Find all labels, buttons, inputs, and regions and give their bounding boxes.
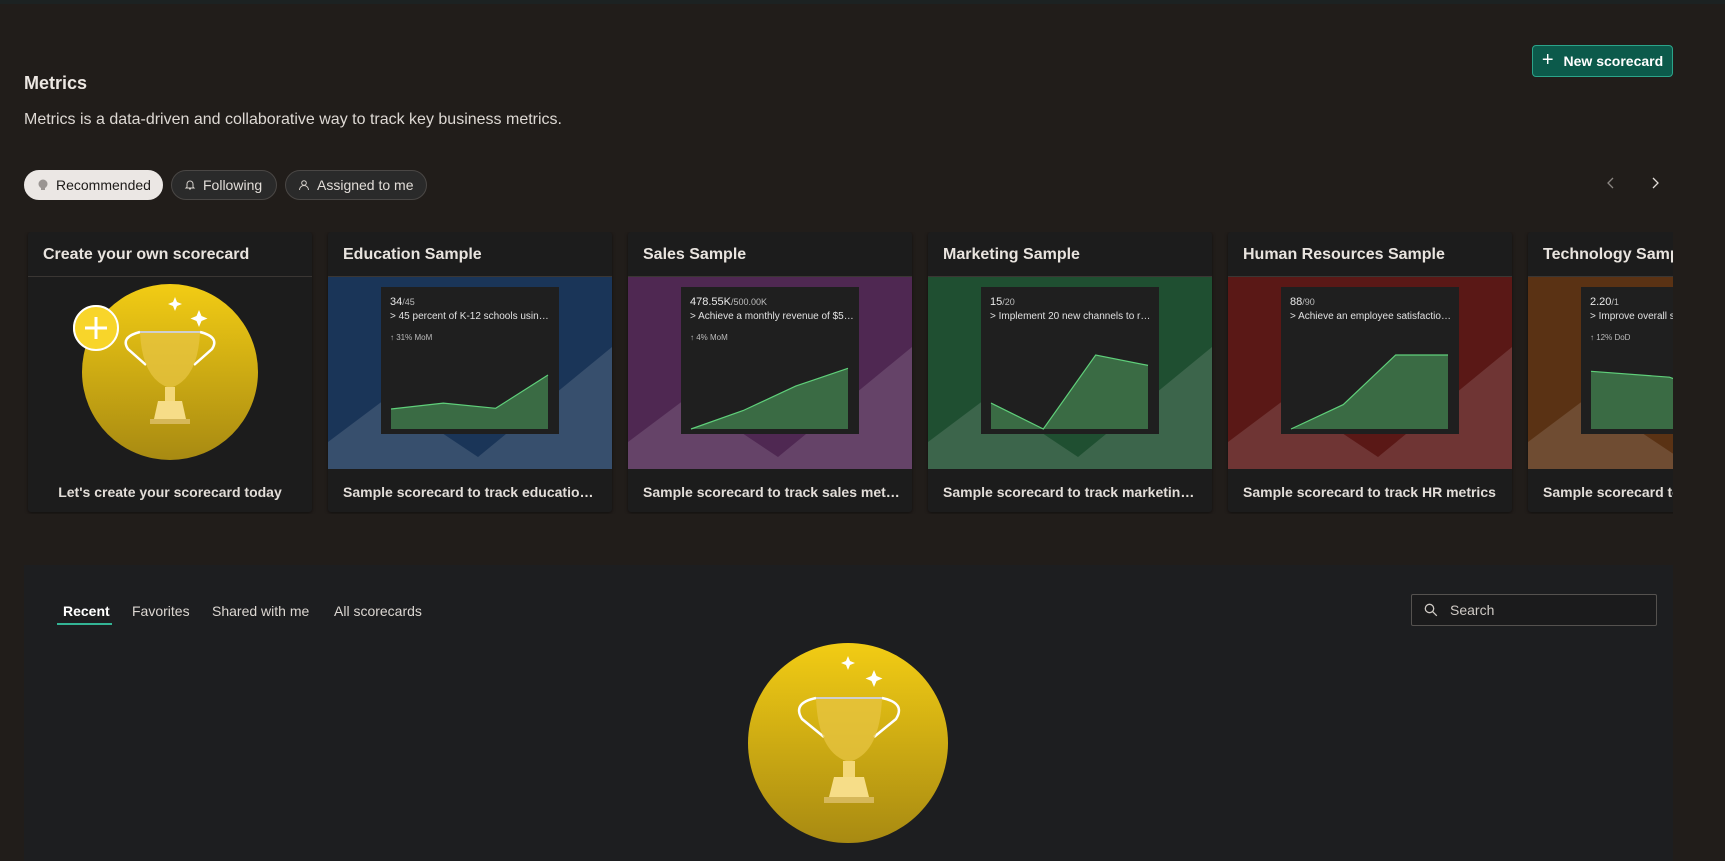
metric-goal: > Improve overall system reliability bbox=[1590, 311, 1673, 322]
metric-goal: > Achieve an employee satisfaction score… bbox=[1290, 311, 1454, 322]
metric-goal: > Achieve a monthly revenue of $500K bbox=[690, 311, 854, 322]
trend-chart bbox=[390, 374, 549, 429]
filter-recommended[interactable]: Recommended bbox=[24, 170, 163, 200]
card-hero: 15/20 > Implement 20 new channels to rea… bbox=[928, 276, 1212, 469]
card-hero: 2.20/1 > Improve overall system reliabil… bbox=[1528, 276, 1673, 469]
trend-chart bbox=[1590, 370, 1673, 429]
metric-delta: ↑ 4% MoM bbox=[690, 333, 728, 342]
trend-chart bbox=[990, 354, 1149, 430]
search-icon bbox=[1424, 603, 1438, 617]
filter-label: Following bbox=[203, 177, 263, 193]
search-box[interactable] bbox=[1411, 594, 1657, 626]
metric-goal: > Implement 20 new channels to reach cus… bbox=[990, 311, 1154, 322]
carousel-prev-button[interactable] bbox=[1598, 170, 1624, 196]
tab-recent[interactable]: Recent bbox=[63, 603, 110, 619]
tab-favorites[interactable]: Favorites bbox=[132, 603, 190, 619]
scorecard-list-panel: Recent Favorites Shared with me All scor… bbox=[24, 565, 1673, 861]
active-tab-indicator bbox=[57, 623, 112, 625]
metric-delta: ↑ 31% MoM bbox=[390, 333, 433, 342]
page-description: Metrics is a data-driven and collaborati… bbox=[24, 111, 562, 128]
trend-chart bbox=[1290, 354, 1448, 430]
metric-preview: 34/45 > 45 percent of K-12 schools using… bbox=[381, 287, 559, 434]
tab-shared-with-me[interactable]: Shared with me bbox=[212, 603, 309, 619]
metric-value: 34/45 bbox=[390, 296, 415, 308]
trophy-icon bbox=[37, 179, 49, 191]
metric-preview: 88/90 > Achieve an employee satisfaction… bbox=[1281, 287, 1459, 434]
trend-chart bbox=[690, 367, 849, 430]
filter-following[interactable]: Following bbox=[171, 170, 277, 200]
education-sample-card[interactable]: Education Sample 34/45 > 45 percent of K… bbox=[328, 232, 612, 512]
metric-preview: 15/20 > Implement 20 new channels to rea… bbox=[981, 287, 1159, 434]
create-scorecard-card[interactable]: Create your own scorecard Let's create y… bbox=[28, 232, 312, 512]
card-hero: 88/90 > Achieve an employee satisfaction… bbox=[1228, 276, 1512, 469]
chevron-right-icon bbox=[1652, 177, 1659, 189]
card-hero: 478.55K/500.00K > Achieve a monthly reve… bbox=[628, 276, 912, 469]
trophy-icon bbox=[73, 284, 258, 460]
technology-sample-card[interactable]: Technology Sample 2.20/1 > Improve overa… bbox=[1528, 232, 1673, 512]
trophy-icon bbox=[748, 643, 948, 843]
card-footer: Sample scorecard to track sales metrics bbox=[643, 484, 902, 500]
metric-preview: 478.55K/500.00K > Achieve a monthly reve… bbox=[681, 287, 859, 434]
bell-icon bbox=[184, 179, 196, 191]
trend-area bbox=[391, 375, 548, 429]
filter-label: Assigned to me bbox=[317, 177, 414, 193]
search-input[interactable] bbox=[1450, 602, 1640, 618]
metric-goal: > 45 percent of K-12 schools using the n… bbox=[390, 311, 554, 322]
card-footer: Sample scorecard to track technology met… bbox=[1543, 484, 1673, 500]
top-edge bbox=[0, 0, 1725, 4]
filter-assigned[interactable]: Assigned to me bbox=[285, 170, 427, 200]
metric-value: 15/20 bbox=[990, 296, 1015, 308]
card-title: Marketing Sample bbox=[943, 246, 1080, 263]
card-footer: Sample scorecard to track marketing metr… bbox=[943, 484, 1202, 500]
card-footer: Sample scorecard to track education metr… bbox=[343, 484, 602, 500]
card-title: Education Sample bbox=[343, 246, 482, 263]
new-scorecard-button[interactable]: + New scorecard bbox=[1532, 45, 1673, 77]
card-hero: 34/45 > 45 percent of K-12 schools using… bbox=[328, 276, 612, 469]
card-title: Human Resources Sample bbox=[1243, 246, 1445, 263]
chevron-left-icon bbox=[1607, 177, 1614, 189]
trend-area bbox=[1591, 371, 1673, 429]
metric-preview: 2.20/1 > Improve overall system reliabil… bbox=[1581, 287, 1673, 434]
tab-all-scorecards[interactable]: All scorecards bbox=[334, 603, 422, 619]
plus-icon: + bbox=[1541, 49, 1554, 71]
sales-sample-card[interactable]: Sales Sample 478.55K/500.00K > Achieve a… bbox=[628, 232, 912, 512]
metric-value: 2.20/1 bbox=[1590, 296, 1619, 308]
card-hero bbox=[28, 276, 312, 469]
metric-value: 478.55K/500.00K bbox=[690, 296, 768, 308]
card-title: Sales Sample bbox=[643, 246, 747, 263]
page-title: Metrics bbox=[24, 73, 88, 93]
carousel-next-button[interactable] bbox=[1642, 170, 1668, 196]
person-icon bbox=[298, 179, 310, 191]
human-resources-sample-card[interactable]: Human Resources Sample 88/90 > Achieve a… bbox=[1228, 232, 1512, 512]
new-scorecard-label: New scorecard bbox=[1563, 53, 1664, 69]
metric-delta: ↑ 12% DoD bbox=[1590, 333, 1631, 342]
metric-value: 88/90 bbox=[1290, 296, 1315, 308]
card-title: Create your own scorecard bbox=[43, 246, 250, 263]
card-footer: Let's create your scorecard today bbox=[58, 484, 282, 500]
filter-label: Recommended bbox=[56, 177, 151, 193]
scorecard-carousel: Create your own scorecard Let's create y… bbox=[24, 232, 1673, 514]
card-footer: Sample scorecard to track HR metrics bbox=[1243, 484, 1496, 500]
card-title: Technology Sample bbox=[1543, 246, 1673, 263]
marketing-sample-card[interactable]: Marketing Sample 15/20 > Implement 20 ne… bbox=[928, 232, 1212, 512]
